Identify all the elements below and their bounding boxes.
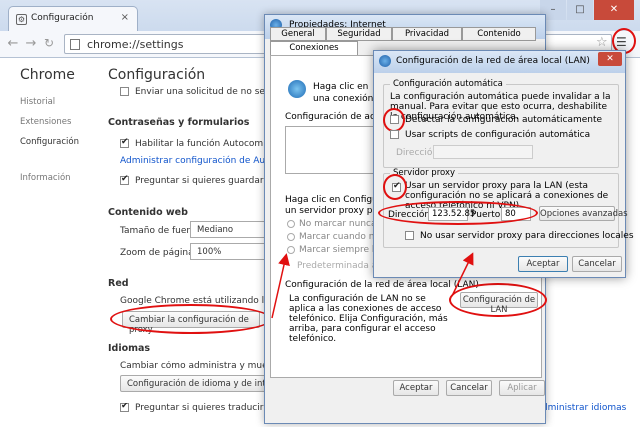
arrow-lan-to-dialog: [451, 252, 474, 297]
arrow-proxy-to-ie: [271, 253, 290, 319]
annotation-arrows: [271, 252, 474, 319]
